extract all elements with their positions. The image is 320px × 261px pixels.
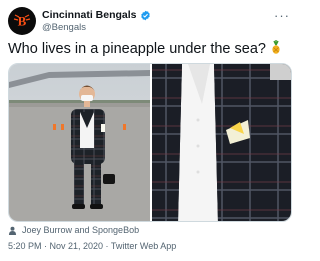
tweet-media[interactable] [8, 63, 292, 222]
author-display-name[interactable]: Cincinnati Bengals [42, 9, 137, 22]
author-display-name-row[interactable]: Cincinnati Bengals [42, 9, 151, 22]
pineapple-icon [272, 40, 280, 54]
photo-walking-image [9, 64, 150, 221]
author-handle[interactable]: @Bengals [42, 22, 151, 34]
more-icon[interactable]: ··· [274, 9, 290, 22]
tweet-text: Who lives in a pineapple under the sea? [8, 40, 282, 58]
tagged-people-text[interactable]: Joey Burrow and SpongeBob [22, 225, 139, 235]
tweet-header: B Cincinnati Bengals @Bengals ··· [8, 7, 292, 37]
tweet-timestamp[interactable]: 5:20 PM · Nov 21, 2020 · Twitter Web App [8, 241, 176, 251]
bengals-logo-icon: B [13, 14, 31, 29]
person-icon [8, 226, 17, 235]
tagged-people[interactable]: Joey Burrow and SpongeBob [8, 225, 139, 235]
svg-text:B: B [18, 14, 27, 29]
tweet-text-content: Who lives in a pineapple under the sea? [8, 41, 266, 57]
photo-closeup-image [152, 64, 291, 221]
avatar[interactable]: B [8, 7, 36, 35]
photo-suit-closeup-pocket-square[interactable] [152, 64, 291, 221]
author-names: Cincinnati Bengals @Bengals [42, 9, 151, 34]
photo-walking-on-tarmac[interactable] [9, 64, 150, 221]
verified-badge-icon [140, 10, 150, 21]
